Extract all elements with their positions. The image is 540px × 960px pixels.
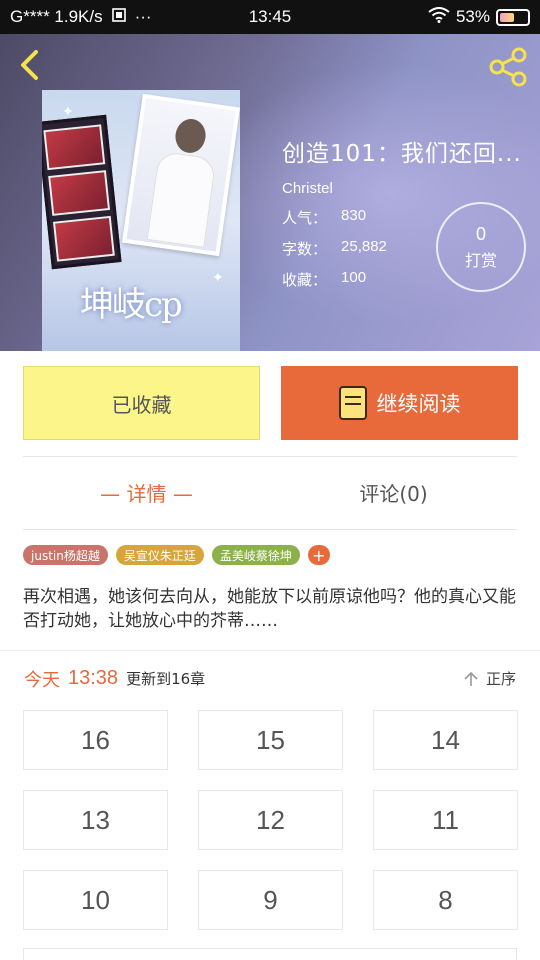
divider [23,529,517,530]
update-bar: 今天 13:38 更新到16章 正序 [0,650,540,706]
back-icon[interactable] [14,48,48,82]
words-value: 25,882 [341,238,387,255]
screenshot-icon [111,7,127,28]
tag-meng-cai[interactable]: 孟美岐蔡徐坤 [211,545,300,565]
chapter-item[interactable]: 14 [373,710,518,770]
sort-label: 正序 [485,670,516,688]
popularity-value: 830 [341,207,367,224]
divider [23,456,517,457]
sort-toggle[interactable]: 正序 [462,668,516,689]
book-header: ✦ ✦ ✧ 坤岐cp 创造101：我们还回... Christel 人气： 83… [0,34,540,351]
continue-reading-label: 继续阅读 [376,392,461,416]
tab-bar: — 详情 — 评论(0) [23,464,517,520]
tag-justin[interactable]: justin杨超越 [23,545,108,565]
sort-arrow-icon [464,671,478,686]
tag-wu-zhu[interactable]: 吴宣仪朱正廷 [115,545,204,565]
chapter-item[interactable]: 16 [23,710,168,770]
chapter-item[interactable]: 15 [198,710,343,770]
book-author[interactable]: Christel [282,180,522,197]
chapter-item[interactable]: 13 [23,790,168,850]
share-icon[interactable] [488,46,530,88]
update-time: 13:38 [68,667,119,689]
cover-filmstrip [42,114,122,270]
chapter-item-partial[interactable] [23,948,517,960]
tip-label: 打赏 [464,251,497,270]
update-text: 更新到16章 [126,670,206,688]
battery-percent: 53% [455,7,490,26]
more-dots-icon: ··· [134,7,152,26]
book-title: 创造101：我们还回... [282,141,522,167]
cover-title: 坤岐cp [80,285,183,325]
tip-button[interactable]: 0 打赏 [436,202,526,292]
chapter-item[interactable]: 10 [23,870,168,930]
book-summary[interactable]: 再次相遇，她该何去向从，她能放下以前原谅他吗？他的真心又能否打动她，让她放心中的… [23,585,517,633]
continue-reading-button[interactable]: 继续阅读 [281,366,518,440]
tip-count: 0 [475,224,486,244]
tab-details[interactable]: — 详情 — [23,464,270,520]
wifi-icon [428,6,450,28]
chapter-item[interactable]: 11 [373,790,518,850]
collected-label: 已收藏 [111,392,172,417]
favorites-label: 收藏： [282,271,328,289]
network-speed: G**** 1.9K/s [10,7,103,26]
cover-photo [122,93,240,257]
tab-comments[interactable]: 评论(0) [270,464,517,520]
add-tag-button[interactable]: + [307,545,330,565]
collected-button[interactable]: 已收藏 [23,366,260,440]
status-bar: G**** 1.9K/s ··· 13:45 53% [0,0,540,34]
chapter-item[interactable]: 12 [198,790,343,850]
sparkle-icon: ✦ [212,270,224,286]
update-day: 今天 [24,669,60,691]
sparkle-icon: ✦ [62,104,74,120]
words-label: 字数： [282,240,328,258]
book-icon [338,386,367,420]
battery-icon [496,8,530,26]
tag-list: justin杨超越 吴宣仪朱正廷 孟美岐蔡徐坤 + [23,545,330,565]
popularity-label: 人气： [282,209,328,227]
favorites-value: 100 [341,269,367,286]
book-cover[interactable]: ✦ ✦ ✧ 坤岐cp [42,90,240,351]
chapter-item[interactable]: 8 [373,870,518,930]
chapter-item[interactable]: 9 [198,870,343,930]
